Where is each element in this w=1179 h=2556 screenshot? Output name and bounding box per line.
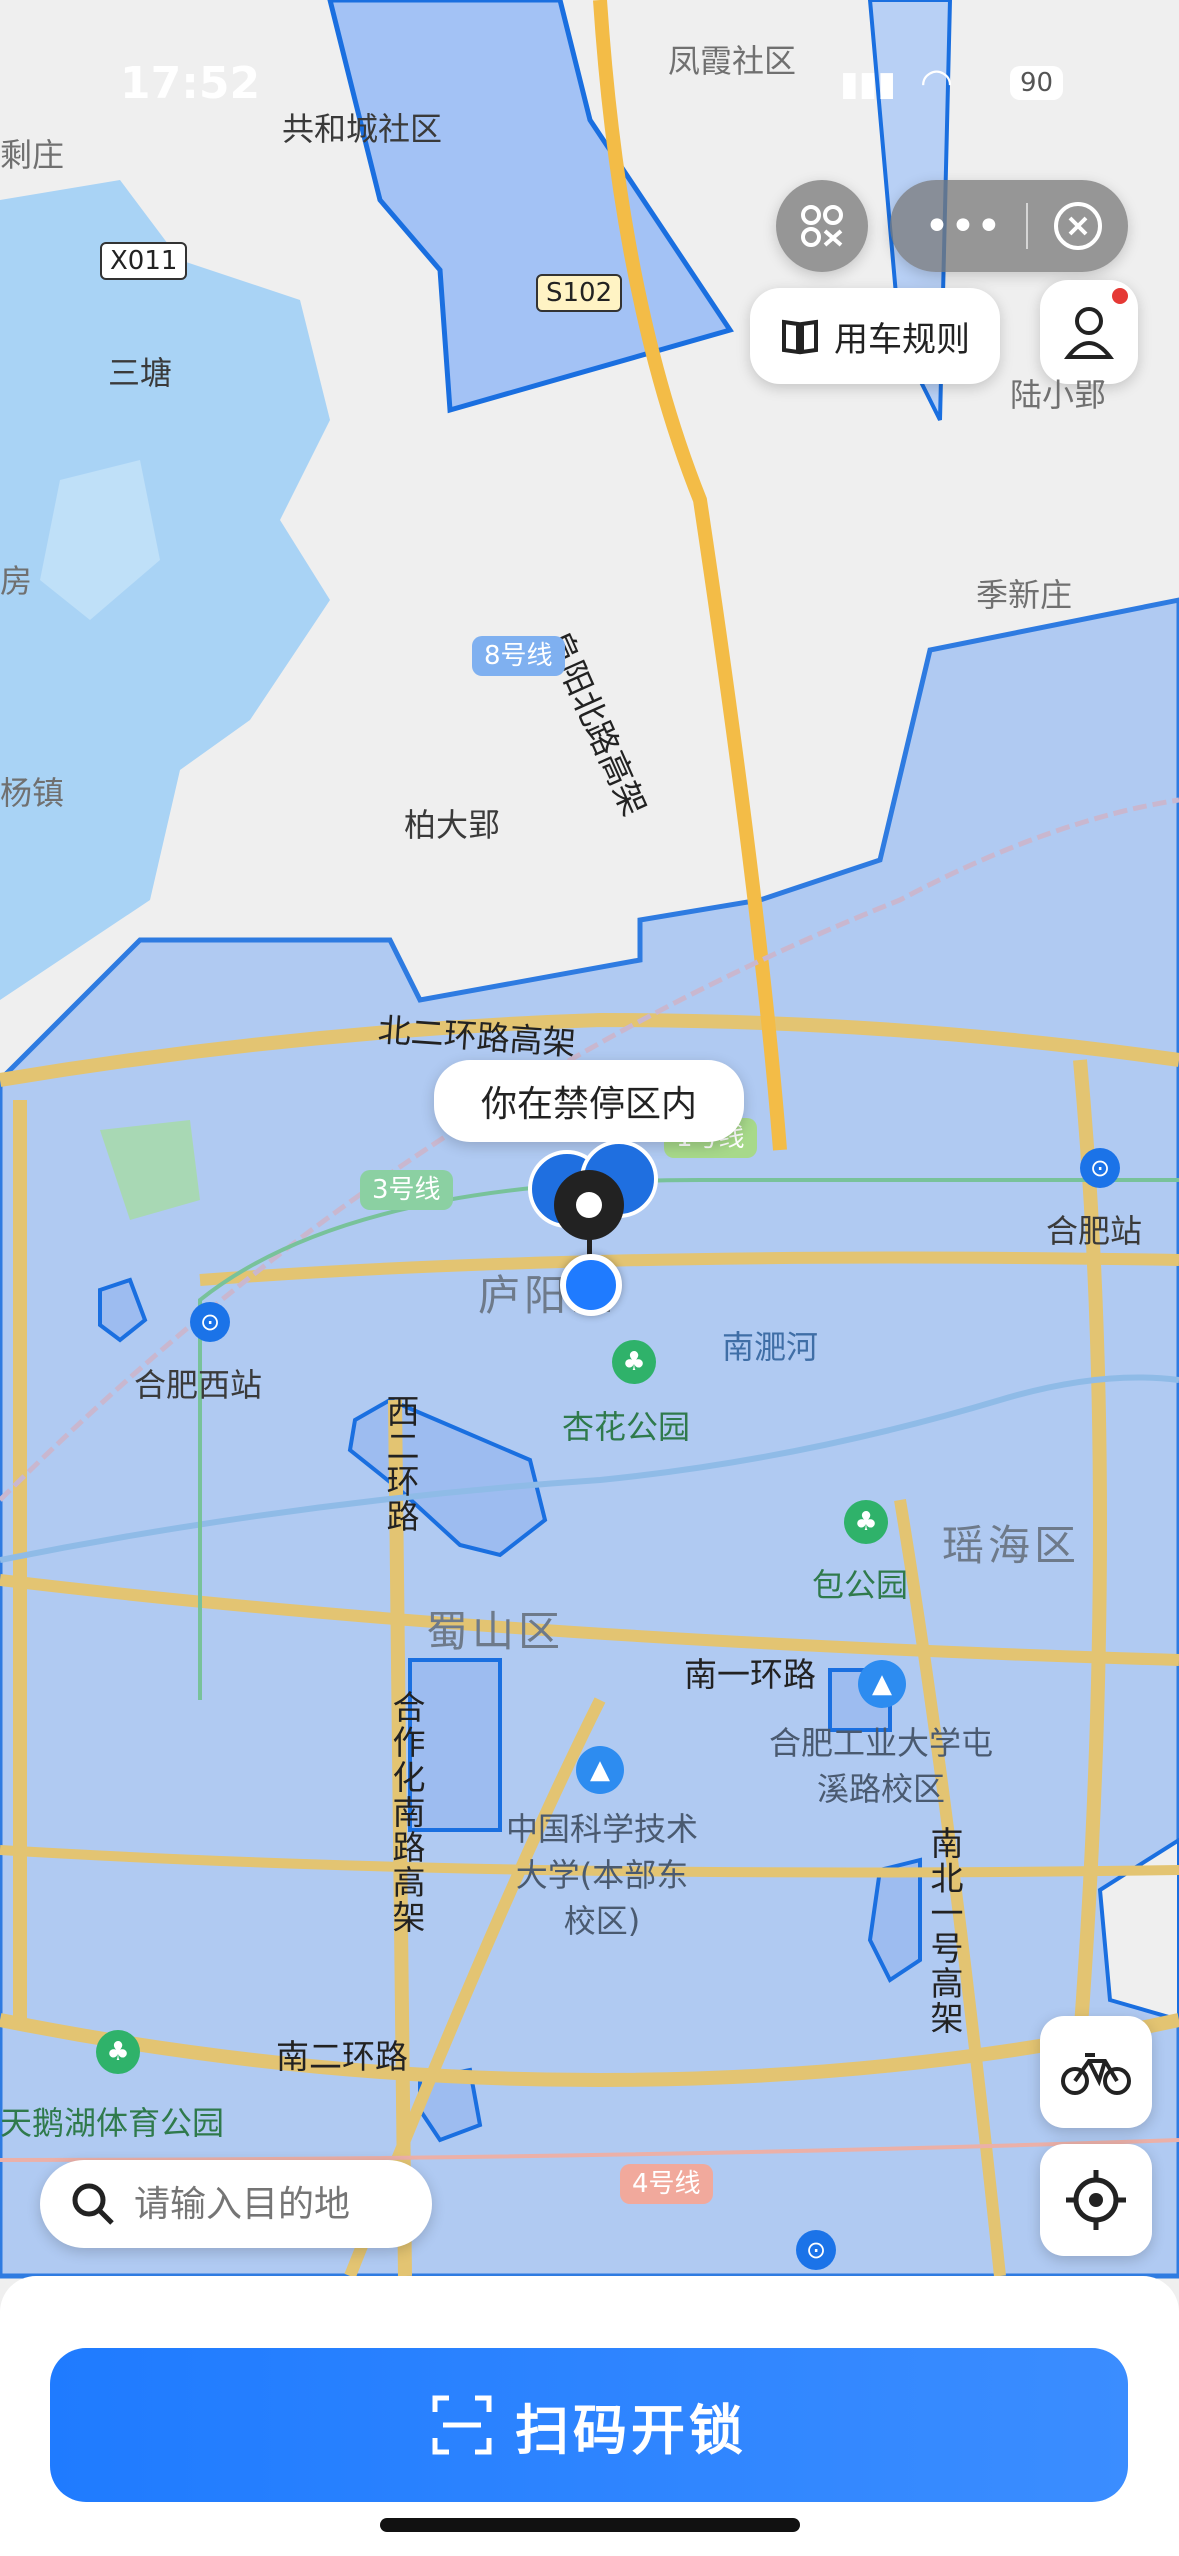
district-label: 蜀山区 (426, 1607, 565, 1656)
grid-scan-button[interactable] (776, 180, 868, 272)
search-icon (72, 2183, 114, 2225)
road-label: 南北一号高架 (925, 1826, 964, 2036)
road-label: 合作化南路高架 (387, 1690, 426, 1935)
user-icon (1063, 307, 1115, 359)
park-icon: ♣ (612, 1340, 656, 1384)
no-parking-text: 你在禁停区内 (480, 1084, 697, 1125)
poi-label: 天鹅湖体育公园 (0, 2104, 225, 2142)
wifi-icon: ◠ (920, 60, 954, 104)
scan-unlock-button[interactable]: 扫码开锁 (50, 2348, 1128, 2502)
place-label: 房 (0, 562, 33, 600)
road-label: 西二环路 (381, 1394, 420, 1534)
district-label: 瑶海区 (942, 1521, 1081, 1570)
poi-label: 合肥西站 (134, 1366, 263, 1404)
place-label: 凤霞社区 (668, 42, 797, 80)
scan-icon (432, 2395, 492, 2455)
grid-icon (801, 205, 843, 247)
place-label: 杨镇 (0, 774, 65, 812)
locate-button[interactable] (1040, 2144, 1152, 2256)
battery-indicator: 90 (1010, 66, 1064, 100)
destination-input[interactable] (132, 2182, 406, 2226)
place-label: 共和城社区 (282, 110, 443, 148)
status-time: 17:52 (120, 58, 261, 109)
crosshair-icon (1066, 2170, 1126, 2230)
poi-label: 合肥站 (1046, 1212, 1143, 1250)
capsule-divider (1025, 203, 1028, 249)
poi-label: 合肥工业大学屯溪路校区 (768, 1724, 993, 1808)
miniapp-capsule[interactable]: ••• (890, 180, 1128, 272)
place-label: 陆小郢 (1010, 376, 1107, 414)
profile-button[interactable] (1040, 280, 1138, 384)
railway-station-icon: ⊙ (190, 1302, 230, 1342)
metro-line-tag: 3号线 (360, 1170, 453, 1210)
book-icon (782, 319, 818, 355)
road-badge: X011 (100, 242, 188, 280)
scan-unlock-label: 扫码开锁 (515, 2398, 747, 2462)
signal-icon: ▮▮▮ (840, 64, 897, 104)
river-label: 南淝河 (722, 1328, 819, 1366)
poi-label: 杏花公园 (562, 1408, 691, 1446)
pin-center (576, 1192, 602, 1218)
railway-station-icon: ⊙ (796, 2230, 836, 2270)
metro-line-tag: 8号线 (472, 636, 565, 676)
place-label: 剩庄 (0, 136, 65, 174)
park-icon: ♣ (96, 2030, 140, 2074)
railway-station-icon: ⊙ (1080, 1148, 1120, 1188)
university-icon: ▲ (858, 1660, 906, 1708)
no-parking-callout: 你在禁停区内 (434, 1060, 744, 1142)
university-icon: ▲ (576, 1746, 624, 1794)
current-location-dot (560, 1254, 622, 1316)
bicycle-icon (1061, 2053, 1131, 2095)
home-indicator (380, 2518, 800, 2532)
metro-line-tag: 4号线 (620, 2164, 713, 2204)
ride-rules-label: 用车规则 (834, 319, 970, 360)
poi-label: 包公园 (812, 1566, 909, 1604)
poi-label: 中国科学技术大学(本部东校区) (505, 1810, 698, 1940)
road-badge: S102 (536, 274, 623, 312)
park-icon: ♣ (844, 1500, 888, 1544)
notification-dot (1112, 288, 1128, 304)
place-label: 柏大郢 (404, 806, 501, 844)
place-label: 季新庄 (976, 576, 1073, 614)
pickup-pin[interactable] (554, 1170, 624, 1240)
road-label: 南二环路 (276, 2037, 408, 2076)
bike-button[interactable] (1040, 2016, 1152, 2128)
ride-rules-button[interactable]: 用车规则 (750, 288, 1000, 384)
road-label: 南一环路 (684, 1655, 816, 1694)
more-icon[interactable]: ••• (924, 201, 1002, 252)
close-icon[interactable] (1052, 200, 1104, 252)
place-label: 三塘 (108, 354, 173, 392)
destination-search[interactable] (40, 2160, 432, 2248)
